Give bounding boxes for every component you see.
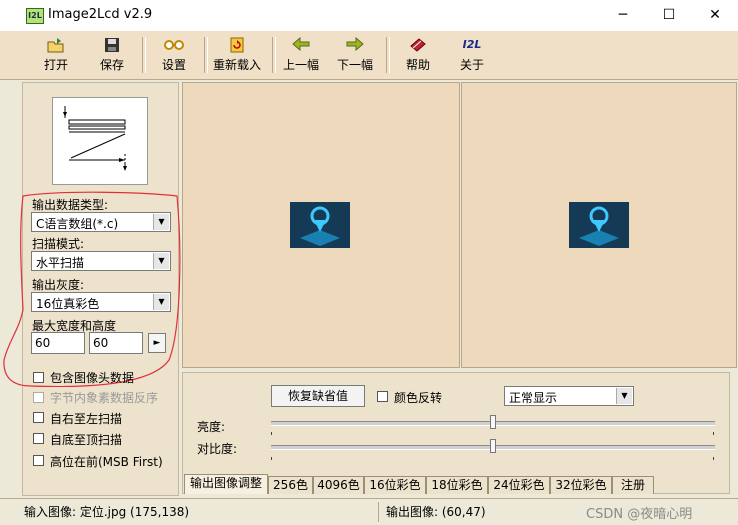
prev-label: 上一幅 <box>282 58 319 72</box>
contrast-slider-thumb[interactable] <box>490 439 496 453</box>
gray-label: 输出灰度: <box>32 278 85 292</box>
toolbar-separator <box>204 37 208 73</box>
header-data-label: 包含图像头数据 <box>50 371 135 385</box>
scan-mode-label: 扫描模式: <box>32 237 85 251</box>
window-title: Image2Lcd v2.9 <box>48 7 153 22</box>
reload-button[interactable]: 重新载入 <box>210 35 264 75</box>
about-logo-icon: I2L <box>462 38 482 51</box>
max-width-input[interactable]: 60 <box>31 332 85 354</box>
watermark: CSDN @夜暗心明 <box>586 507 693 522</box>
toolbar-separator <box>142 37 146 73</box>
tab-output-adjust[interactable]: 输出图像调整 <box>184 474 268 494</box>
chevron-down-icon[interactable]: ▼ <box>153 214 169 230</box>
scan-diagram-icon <box>63 106 127 171</box>
output-image-status: 输出图像: (60,47) <box>386 505 486 519</box>
byte-reverse-checkbox[interactable] <box>33 392 44 403</box>
chevron-down-icon[interactable]: ▼ <box>153 294 169 310</box>
settings-label: 设置 <box>161 58 186 72</box>
output-type-value: C语言数组(*.c) <box>36 217 119 231</box>
toolbar-separator <box>272 37 276 73</box>
next-label: 下一幅 <box>336 58 373 72</box>
scan-direction-preview <box>52 97 148 185</box>
settings-button[interactable]: 设置 <box>154 35 194 75</box>
location-pin-icon <box>290 202 350 248</box>
open-button[interactable]: 打开 <box>36 35 76 75</box>
floppy-disk-icon <box>102 37 122 53</box>
tab-18bit[interactable]: 18位彩色 <box>426 476 488 494</box>
app-icon: I2L <box>26 8 44 24</box>
location-pin-icon <box>569 202 629 248</box>
minimize-button[interactable]: ─ <box>600 0 646 31</box>
msb-first-checkbox[interactable] <box>33 455 44 466</box>
bottom-to-top-label: 自底至顶扫描 <box>50 433 123 447</box>
bottom-to-top-checkbox[interactable] <box>33 433 44 444</box>
slider-tick <box>271 432 272 435</box>
brightness-label: 亮度: <box>197 420 226 434</box>
help-button[interactable]: 帮助 <box>398 35 438 75</box>
scan-mode-value: 水平扫描 <box>36 256 85 270</box>
brightness-slider-thumb[interactable] <box>490 415 496 429</box>
gray-select[interactable]: 16位真彩色 ▼ <box>31 292 171 312</box>
reload-label: 重新载入 <box>212 58 261 72</box>
max-height-input[interactable]: 60 <box>89 332 143 354</box>
close-button[interactable]: ✕ <box>692 0 738 31</box>
help-book-icon <box>408 37 428 53</box>
reload-icon <box>227 37 247 53</box>
open-label: 打开 <box>43 58 68 72</box>
slider-tick <box>713 457 714 460</box>
output-type-select[interactable]: C语言数组(*.c) ▼ <box>31 212 171 232</box>
arrow-right-icon <box>345 36 365 53</box>
display-mode-value: 正常显示 <box>509 391 558 405</box>
right-to-left-label: 自右至左扫描 <box>50 412 123 426</box>
tab-register[interactable]: 注册 <box>612 476 654 494</box>
save-button[interactable]: 保存 <box>92 35 132 75</box>
tab-24bit[interactable]: 24位彩色 <box>488 476 550 494</box>
right-to-left-checkbox[interactable] <box>33 412 44 423</box>
scan-mode-select[interactable]: 水平扫描 ▼ <box>31 251 171 271</box>
restore-defaults-button[interactable]: 恢复缺省值 <box>271 385 365 407</box>
chevron-down-icon[interactable]: ▼ <box>616 388 632 404</box>
help-label: 帮助 <box>405 58 430 72</box>
glasses-icon <box>164 37 184 53</box>
tab-4096-colors[interactable]: 4096色 <box>313 476 364 494</box>
chevron-down-icon[interactable]: ▼ <box>153 253 169 269</box>
next-button[interactable]: 下一幅 <box>334 35 376 75</box>
about-button[interactable]: I2L 关于 <box>452 35 492 75</box>
arrow-left-icon <box>291 36 311 53</box>
input-image-thumbnail <box>290 202 350 248</box>
output-image-thumbnail <box>569 202 629 248</box>
display-mode-select[interactable]: 正常显示 ▼ <box>504 386 634 406</box>
msb-first-label: 高位在前(MSB First) <box>50 455 163 469</box>
open-folder-icon <box>46 37 66 53</box>
tab-16bit[interactable]: 16位彩色 <box>364 476 426 494</box>
apply-size-button[interactable]: ► <box>148 333 166 353</box>
about-label: 关于 <box>459 58 484 72</box>
output-type-label: 输出数据类型: <box>32 198 109 212</box>
status-divider <box>378 502 379 522</box>
prev-button[interactable]: 上一幅 <box>280 35 322 75</box>
toolbar-separator <box>386 37 390 73</box>
slider-tick <box>271 457 272 460</box>
contrast-label: 对比度: <box>197 442 238 456</box>
maximize-button[interactable]: ☐ <box>646 0 692 31</box>
gray-value: 16位真彩色 <box>36 297 100 311</box>
invert-colors-label: 颜色反转 <box>394 391 443 405</box>
tab-32bit[interactable]: 32位彩色 <box>550 476 612 494</box>
slider-tick <box>713 432 714 435</box>
triangle-right-icon: ► <box>153 338 161 348</box>
tab-256-colors[interactable]: 256色 <box>268 476 313 494</box>
save-label: 保存 <box>99 58 124 72</box>
byte-reverse-label: 字节内象素数据反序 <box>50 391 159 405</box>
header-data-checkbox[interactable] <box>33 372 44 383</box>
invert-colors-checkbox[interactable] <box>377 391 388 402</box>
input-image-status: 输入图像: 定位.jpg (175,138) <box>24 505 190 519</box>
